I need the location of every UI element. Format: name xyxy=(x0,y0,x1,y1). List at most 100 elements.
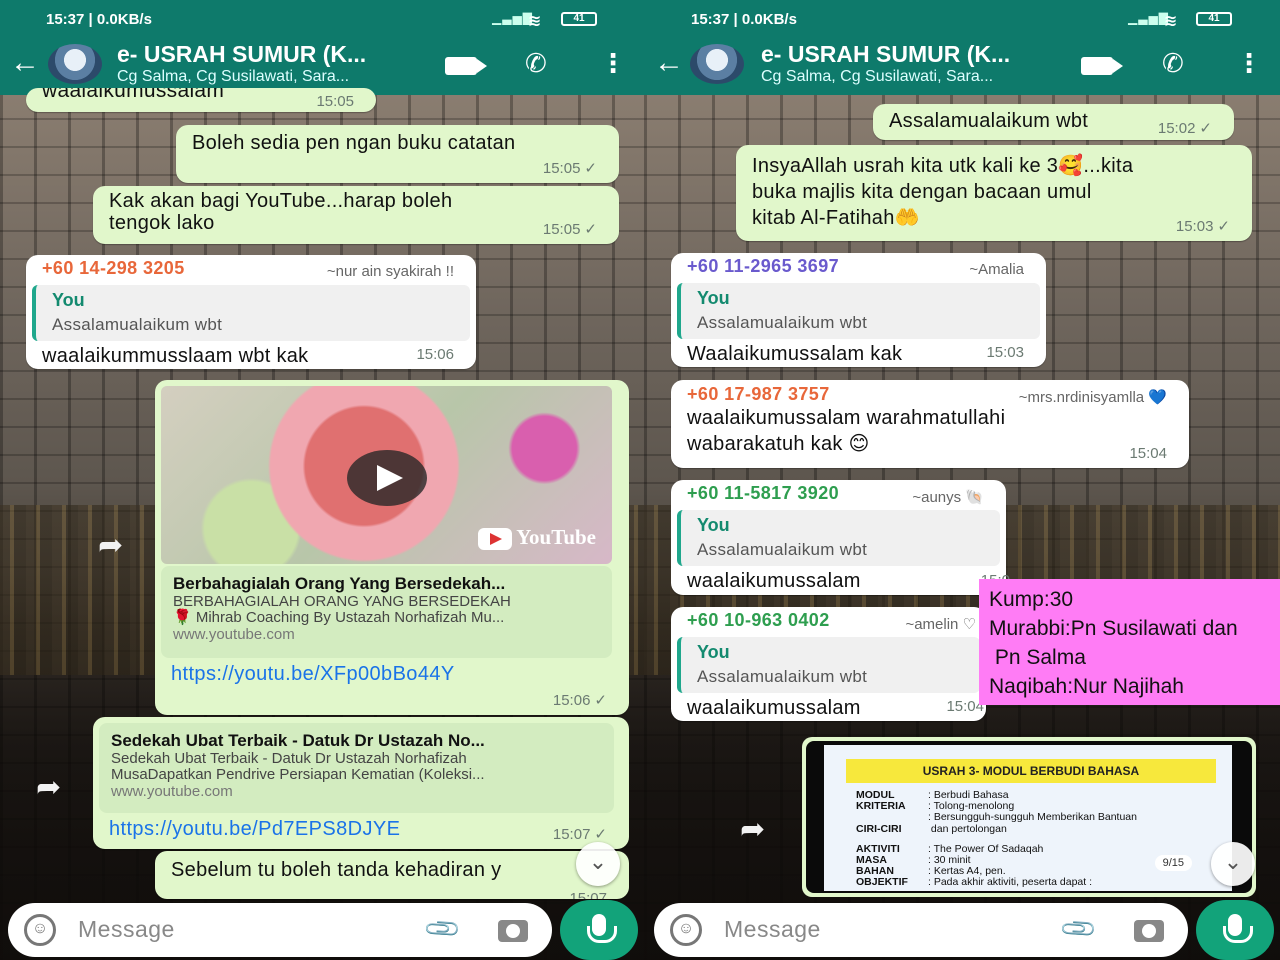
message-placeholder[interactable]: Message xyxy=(724,916,821,943)
sender-alias: ~Amalia xyxy=(969,261,1024,278)
message-bubble[interactable]: +60 11-5817 3920 ~aunys 🐚 You Assalamual… xyxy=(671,480,1010,595)
forward-icon[interactable]: ➦ xyxy=(98,528,123,563)
more-options-icon[interactable]: ⋮ xyxy=(600,48,626,78)
play-icon[interactable] xyxy=(347,450,427,506)
message-bubble[interactable]: Kak akan bagi YouTube...harap boleh teng… xyxy=(93,186,619,244)
slide-image[interactable]: USRAH 3- MODUL BERBUDI BAHASA MODUL: Ber… xyxy=(824,745,1232,891)
status-time: 15:37 | 0.0KB/s xyxy=(46,11,152,28)
quote-text: Assalamualaikum wbt xyxy=(52,315,223,334)
status-bar: 15:37 | 0.0KB/s ▁▃▅▇ ≋ 41 xyxy=(644,0,1280,38)
link-preview[interactable]: Sedekah Ubat Terbaik - Datuk Dr Ustazah … xyxy=(99,723,614,813)
slide-title: USRAH 3- MODUL BERBUDI BAHASA xyxy=(846,759,1216,783)
link-title: Sedekah Ubat Terbaik - Datuk Dr Ustazah … xyxy=(111,731,485,750)
mic-button[interactable] xyxy=(560,900,638,960)
chat-header[interactable]: ← e- USRAH SUMUR (K... Cg Salma, Cg Susi… xyxy=(0,38,644,95)
slide-row: OBJEKTIF : Pada akhir aktiviti, peserta d… xyxy=(856,876,1092,888)
sender-alias: ~aunys 🐚 xyxy=(912,489,984,506)
quoted-message[interactable]: You Assalamualaikum wbt xyxy=(32,285,470,341)
message-bubble[interactable]: Assalamualaikum wbt 15:02 ✓ xyxy=(873,104,1234,140)
message-time: 15:05 ✓ xyxy=(542,160,597,177)
quoted-message[interactable]: You Assalamualaikum wbt xyxy=(677,283,1040,339)
message-text: waalaikummusslaam wbt kak xyxy=(42,345,309,367)
sent-tick-icon: ✓ xyxy=(594,692,607,709)
mic-button[interactable] xyxy=(1196,900,1274,960)
message-input[interactable]: ☺ Message 📎 xyxy=(654,903,1188,957)
forward-icon[interactable]: ➦ xyxy=(36,770,61,805)
attach-icon[interactable]: 📎 xyxy=(1058,909,1100,951)
emoji-icon[interactable]: ☺ xyxy=(670,914,702,946)
message-time: 15:05 ✓ xyxy=(542,221,597,238)
chat-subtitle[interactable]: Cg Salma, Cg Susilawati, Sara... xyxy=(117,68,349,86)
sent-tick-icon: ✓ xyxy=(1217,218,1230,235)
more-options-icon[interactable]: ⋮ xyxy=(1236,48,1262,78)
back-arrow-icon[interactable]: ← xyxy=(10,48,40,78)
group-avatar[interactable] xyxy=(690,44,744,84)
battery-icon: 41 xyxy=(561,12,597,26)
message-bubble[interactable]: Boleh sedia pen ngan buku catatan 15:05 ✓ xyxy=(176,125,619,183)
slide-row-key: OBJEKTIF xyxy=(856,876,908,888)
message-bubble[interactable]: Sedekah Ubat Terbaik - Datuk Dr Ustazah … xyxy=(93,717,629,849)
message-link[interactable]: https://youtu.be/Pd7EPS8DJYE xyxy=(109,818,400,841)
emoji-icon[interactable]: ☺ xyxy=(24,914,56,946)
message-bubble[interactable]: YouTube Berbahagialah Orang Yang Bersede… xyxy=(155,380,629,715)
forward-icon[interactable]: ➦ xyxy=(740,812,765,847)
message-placeholder[interactable]: Message xyxy=(78,916,175,943)
sender-alias: ~nur ain syakirah !! xyxy=(326,263,454,280)
camera-icon[interactable] xyxy=(498,920,528,942)
sent-tick-icon: ✓ xyxy=(594,826,607,843)
chat-subtitle[interactable]: Cg Salma, Cg Susilawati, Sara... xyxy=(761,68,993,86)
video-thumbnail[interactable]: YouTube xyxy=(161,386,612,564)
message-text: Boleh sedia pen ngan buku catatan xyxy=(192,132,516,154)
signal-icon: ▁▃▅▇ xyxy=(1128,11,1169,25)
message-bubble[interactable]: InsyaAllah usrah kita utk kali ke 3🥰...k… xyxy=(736,145,1252,241)
message-time: 15:06 xyxy=(416,346,454,363)
link-title: Berbahagialah Orang Yang Bersedekah... xyxy=(173,574,506,593)
message-text: Kak akan bagi YouTube...harap boleh teng… xyxy=(109,190,453,234)
message-bubble[interactable]: +60 11-2965 3697 ~Amalia You Assalamuala… xyxy=(671,253,1046,367)
message-time: 15:06 ✓ xyxy=(552,692,607,709)
quote-author: You xyxy=(697,642,730,662)
scroll-down-icon[interactable]: ⌄ xyxy=(576,842,620,886)
message-time: 15:05 xyxy=(316,93,354,110)
message-bubble[interactable]: +60 17-987 3757 ~mrs.nrdinisyamlla 💙 waa… xyxy=(671,380,1189,468)
message-time: 15:04 xyxy=(1129,445,1167,462)
message-link[interactable]: https://youtu.be/XFp00bBo44Y xyxy=(171,663,455,686)
attach-icon[interactable]: 📎 xyxy=(422,909,464,951)
slide-row-value: : Pada akhir aktiviti, peserta dapat : xyxy=(928,876,1093,888)
phone-call-icon[interactable]: ✆ xyxy=(1162,48,1184,78)
link-description: BERBAHAGIALAH ORANG YANG BERSEDEKAH 🌹 Mi… xyxy=(173,593,511,626)
message-bubble[interactable]: +60 10-963 0402 ~amelin ♡ You Assalamual… xyxy=(671,607,986,721)
message-bubble[interactable]: waalaikumussalam 15:05 xyxy=(26,88,376,112)
message-bubble[interactable]: +60 14-298 3205 ~nur ain syakirah !! You… xyxy=(26,255,476,369)
camera-icon[interactable] xyxy=(1134,920,1164,942)
video-call-icon[interactable] xyxy=(1081,57,1123,75)
chat-header[interactable]: ← e- USRAH SUMUR (K... Cg Salma, Cg Susi… xyxy=(644,38,1280,95)
phone-call-icon[interactable]: ✆ xyxy=(525,48,547,78)
image-message[interactable]: USRAH 3- MODUL BERBUDI BAHASA MODUL: Ber… xyxy=(802,737,1256,897)
scroll-down-icon[interactable]: ⌄ xyxy=(1211,842,1255,886)
quoted-message[interactable]: You Assalamualaikum wbt xyxy=(677,637,980,693)
message-input[interactable]: ☺ Message 📎 xyxy=(8,903,552,957)
chat-title[interactable]: e- USRAH SUMUR (K... xyxy=(761,41,1010,68)
video-call-icon[interactable] xyxy=(445,57,487,75)
status-time: 15:37 | 0.0KB/s xyxy=(691,11,797,28)
group-avatar[interactable] xyxy=(48,44,102,84)
left-phone-screen: 15:37 | 0.0KB/s ▁▃▅▇ ≋ 41 ← e- USRAH SUM… xyxy=(0,0,644,960)
wifi-icon: ≋ xyxy=(1164,13,1179,30)
back-arrow-icon[interactable]: ← xyxy=(654,48,684,78)
quote-author: You xyxy=(697,288,730,308)
group-info-note: Kump:30 Murabbi:Pn Susilawati dan Pn Sal… xyxy=(979,579,1280,705)
chat-title[interactable]: e- USRAH SUMUR (K... xyxy=(117,41,366,68)
slide-row: CIRI-CIRI dan pertolongan xyxy=(856,823,1007,835)
slide-row-value: dan pertolongan xyxy=(928,823,1007,835)
link-preview[interactable]: Berbahagialah Orang Yang Bersedekah... B… xyxy=(161,566,612,658)
page-indicator: 9/15 xyxy=(1154,855,1192,871)
quote-text: Assalamualaikum wbt xyxy=(697,313,868,332)
message-time: 15:03 xyxy=(986,344,1024,361)
slide-row-value: : Bersungguh-sungguh Memberikan Bantuan xyxy=(928,811,1137,823)
quoted-message[interactable]: You Assalamualaikum wbt xyxy=(677,510,1000,566)
image-frame[interactable]: USRAH 3- MODUL BERBUDI BAHASA MODUL: Ber… xyxy=(806,741,1252,893)
signal-icon: ▁▃▅▇ xyxy=(492,11,533,25)
message-bubble[interactable]: Sebelum tu boleh tanda kehadiran y 15:07 xyxy=(155,851,629,899)
message-time: 15:07 ✓ xyxy=(552,826,607,843)
